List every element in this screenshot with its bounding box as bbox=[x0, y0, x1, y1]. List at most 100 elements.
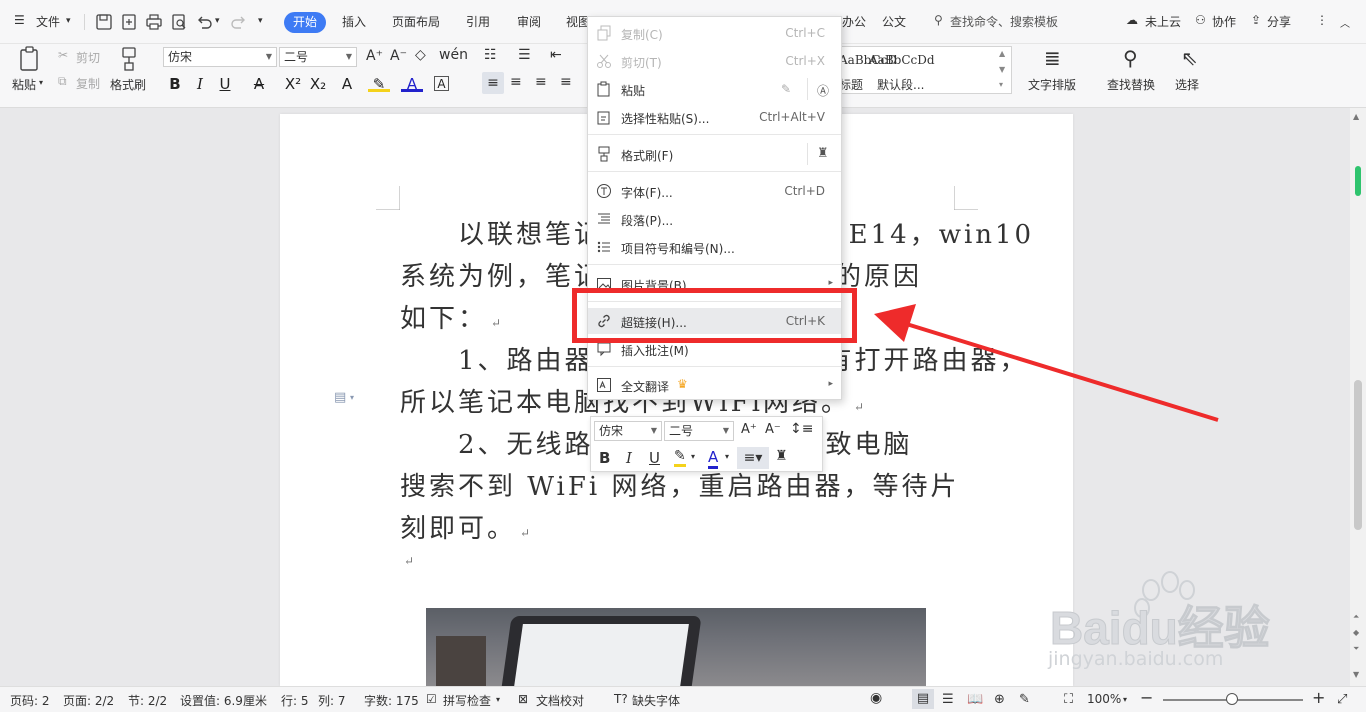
mini-grow-font-icon[interactable]: A⁺ bbox=[741, 422, 757, 437]
menu-item-translate[interactable]: 全文翻译 ♛ ▸ bbox=[588, 372, 841, 398]
mini-highlight-dropdown-icon[interactable]: ▾ bbox=[691, 452, 695, 461]
mini-font-color-icon[interactable]: A bbox=[708, 448, 719, 469]
menu-item-font[interactable]: 字体(F)... Ctrl+D bbox=[588, 178, 841, 204]
format-painter-lock-icon[interactable]: ♜ bbox=[817, 146, 829, 161]
mini-bold-icon[interactable]: B bbox=[599, 449, 610, 467]
menu-item-cut[interactable]: 剪切(T) Ctrl+X bbox=[588, 48, 841, 74]
find-replace-icon[interactable]: ⚲ bbox=[1123, 46, 1138, 70]
menu-item-paste-special[interactable]: 选择性粘贴(S)... Ctrl+Alt+V bbox=[588, 104, 841, 130]
highlight-icon[interactable]: ✎ bbox=[368, 74, 390, 93]
vertical-scrollbar[interactable]: ▲ ⏶ ◆ ⏷ ▼ bbox=[1350, 108, 1366, 686]
strikethrough-icon[interactable]: A bbox=[248, 74, 270, 94]
undo-dropdown-icon[interactable]: ▾ bbox=[215, 16, 220, 26]
command-search[interactable]: 查找命令、搜索模板 bbox=[950, 13, 1058, 30]
clear-format-icon[interactable]: ◇ bbox=[415, 47, 426, 63]
collab-button[interactable]: 协作 bbox=[1212, 13, 1236, 30]
mini-font-color-dropdown-icon[interactable]: ▾ bbox=[725, 452, 729, 461]
outline-view-icon[interactable]: ☰ bbox=[942, 692, 954, 707]
text-layout-button[interactable]: 文字排版 bbox=[1028, 76, 1076, 93]
status-column[interactable]: 列: 7 bbox=[318, 692, 346, 709]
justify-icon[interactable]: ≡ bbox=[560, 74, 572, 90]
align-right-icon[interactable]: ≡ bbox=[535, 74, 547, 90]
more-icon[interactable]: ⋮ bbox=[1316, 13, 1328, 27]
mini-format-painter-icon[interactable]: ♜ bbox=[775, 448, 788, 464]
font-size-select[interactable]: 二号 ▼ bbox=[279, 47, 357, 67]
gallery-down-icon[interactable]: ▼ bbox=[999, 65, 1005, 74]
zoom-level[interactable]: 100% bbox=[1087, 692, 1121, 706]
status-section[interactable]: 节: 2/2 bbox=[128, 692, 167, 709]
shrink-font-icon[interactable]: A⁻ bbox=[390, 48, 407, 64]
doc-line-3[interactable]: 如下： ↵ bbox=[400, 298, 501, 335]
menu-item-bullets[interactable]: 项目符号和编号(N)... bbox=[588, 234, 841, 260]
tab-home[interactable]: 开始 bbox=[284, 12, 326, 33]
font-color-icon[interactable]: A bbox=[401, 74, 423, 93]
paragraph-layout-dropdown-icon[interactable]: ▾ bbox=[350, 393, 354, 402]
bold-icon[interactable]: B bbox=[164, 74, 186, 94]
mini-line-spacing-icon[interactable]: ↕≡ bbox=[790, 421, 813, 437]
italic-icon[interactable]: I bbox=[189, 74, 211, 94]
mini-underline-icon[interactable]: U bbox=[649, 449, 660, 467]
mini-highlight-icon[interactable]: ✎ bbox=[674, 448, 686, 467]
file-menu[interactable]: 文件 bbox=[36, 13, 60, 30]
hamburger-icon[interactable]: ☰ bbox=[14, 13, 25, 27]
search-icon[interactable]: ⚲ bbox=[934, 13, 943, 27]
scroll-thumb[interactable] bbox=[1354, 380, 1362, 530]
style-sample-2[interactable]: AaBbCcDd bbox=[869, 53, 935, 67]
eye-protection-icon[interactable]: ◉ bbox=[870, 690, 882, 706]
zoom-out-icon[interactable]: − bbox=[1140, 688, 1153, 707]
tab-references[interactable]: 引用 bbox=[466, 13, 490, 30]
text-effect-icon[interactable]: A bbox=[336, 74, 358, 94]
status-setting-value[interactable]: 设置值: 6.9厘米 bbox=[180, 692, 267, 709]
char-border-icon[interactable]: A bbox=[434, 76, 449, 91]
zoom-in-icon[interactable]: + bbox=[1312, 688, 1325, 707]
spell-check-dropdown-icon[interactable]: ▾ bbox=[496, 695, 500, 704]
find-replace-button[interactable]: 查找替换 bbox=[1107, 76, 1155, 93]
select-cursor-icon[interactable]: ⇖ bbox=[1181, 46, 1198, 70]
scroll-up-icon[interactable]: ▲ bbox=[1353, 112, 1359, 121]
save-icon[interactable] bbox=[95, 13, 113, 31]
select-browse-icon[interactable]: ◆ bbox=[1353, 628, 1359, 637]
customize-icon[interactable]: ▾ bbox=[258, 16, 263, 26]
fit-page-icon[interactable]: ⛶ bbox=[1064, 692, 1073, 707]
scroll-down-icon[interactable]: ▼ bbox=[1353, 670, 1359, 679]
missing-font-button[interactable]: 缺失字体 bbox=[632, 692, 680, 709]
writing-mode-icon[interactable]: ✎ bbox=[1019, 692, 1030, 707]
status-word-count[interactable]: 字数: 175 bbox=[364, 692, 419, 709]
mini-align-icon[interactable]: ≡▾ bbox=[737, 447, 769, 469]
status-pages[interactable]: 页面: 2/2 bbox=[63, 692, 114, 709]
copy-button[interactable]: 复制 bbox=[76, 75, 100, 92]
outdent-icon[interactable]: ⇤ bbox=[550, 47, 562, 63]
mini-font-name-select[interactable]: 仿宋 ▼ bbox=[594, 421, 662, 441]
phonetic-icon[interactable]: wén bbox=[439, 47, 468, 63]
menu-item-paste[interactable]: 粘贴 ✎ Ⓐ bbox=[588, 76, 841, 102]
bullets-icon[interactable]: ☷ bbox=[484, 47, 497, 63]
underline-icon[interactable]: U bbox=[214, 74, 236, 94]
fullscreen-icon[interactable]: ⤢ bbox=[1337, 692, 1347, 707]
zoom-slider-knob[interactable] bbox=[1226, 693, 1238, 705]
text-layout-icon[interactable]: ≣ bbox=[1044, 46, 1061, 70]
mini-font-size-select[interactable]: 二号 ▼ bbox=[664, 421, 734, 441]
font-name-select[interactable]: 仿宋 ▼ bbox=[163, 47, 277, 67]
doc-line-8[interactable]: 刻即可。 ↵ bbox=[400, 508, 530, 545]
chevron-down-icon[interactable]: ▾ bbox=[66, 16, 71, 26]
cut-button[interactable]: 剪切 bbox=[76, 49, 100, 66]
share-button[interactable]: 分享 bbox=[1267, 13, 1291, 30]
paste-large-icon[interactable] bbox=[18, 46, 42, 75]
tab-review[interactable]: 审阅 bbox=[517, 13, 541, 30]
web-view-icon[interactable]: ⊕ bbox=[994, 692, 1005, 707]
tab-official-doc[interactable]: 公文 bbox=[882, 13, 906, 30]
paste-text-only-icon[interactable]: Ⓐ bbox=[817, 82, 829, 99]
status-page-number[interactable]: 页码: 2 bbox=[10, 692, 50, 709]
paste-dropdown-icon[interactable]: ▾ bbox=[39, 78, 43, 87]
mini-italic-icon[interactable]: I bbox=[626, 449, 632, 467]
checkbox-icon[interactable]: ☑ bbox=[426, 692, 437, 706]
numbering-icon[interactable]: ☰ bbox=[518, 47, 531, 63]
superscript-icon[interactable]: X² bbox=[282, 74, 304, 94]
paste-keep-format-icon[interactable]: ✎ bbox=[781, 82, 791, 96]
menu-item-paragraph[interactable]: 段落(P)... bbox=[588, 206, 841, 232]
grow-font-icon[interactable]: A⁺ bbox=[366, 48, 383, 64]
collapse-ribbon-icon[interactable]: ︿ bbox=[1340, 15, 1350, 30]
status-row[interactable]: 行: 5 bbox=[281, 692, 309, 709]
gallery-up-icon[interactable]: ▲ bbox=[999, 49, 1005, 58]
empty-paragraph[interactable]: ↵ bbox=[400, 554, 414, 568]
